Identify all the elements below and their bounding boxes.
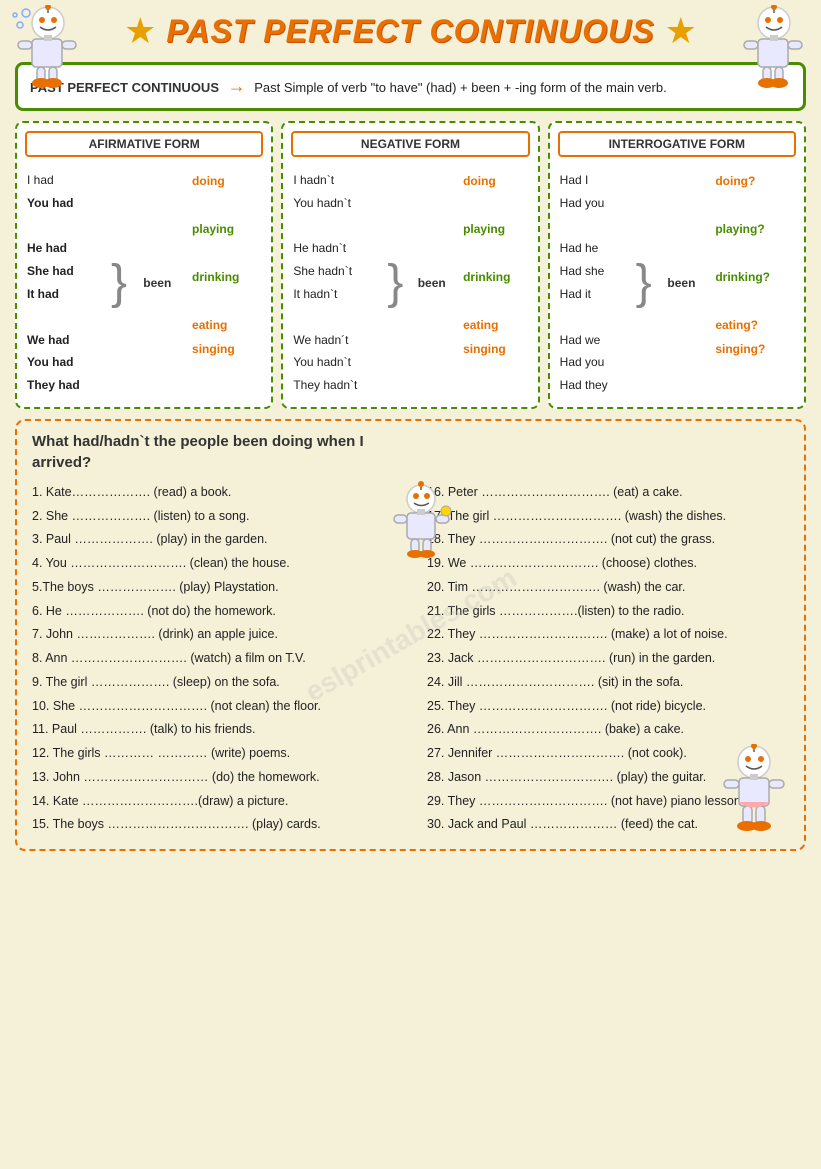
interrogative-brace: } (634, 169, 663, 397)
negative-brace: } (385, 169, 412, 397)
list-item: 23. Jack …………………………. (run) in the garden… (427, 649, 789, 668)
affirmative-form: AFIRMATIVE FORM I hadYou hadHe hadShe ha… (15, 121, 273, 409)
interrogative-header: INTERROGATIVE FORM (558, 131, 796, 157)
affirmative-brace: } (109, 169, 138, 397)
affirmative-been: been (140, 169, 190, 397)
list-item: 16. Peter …………………………. (eat) a cake. (427, 483, 789, 502)
arrow-icon: → (228, 76, 246, 96)
interrogative-been: been (664, 169, 713, 397)
list-item: 17. The girl …………………………. (wash) the dish… (427, 507, 789, 526)
list-item: 11. Paul ……………. (talk) to his friends. (32, 720, 412, 739)
list-item: 26. Ann …………………………. (bake) a cake. (427, 720, 789, 739)
list-item: 5.The boys ………………. (play) Playstation. (32, 578, 412, 597)
page-title: PAST PERFECT CONTINUOUS (166, 13, 654, 50)
robot-bottom-right-icon (719, 744, 789, 839)
affirmative-header: AFIRMATIVE FORM (25, 131, 263, 157)
interrogative-form: INTERROGATIVE FORM Had IHad youHad heHad… (548, 121, 806, 409)
negative-been: been (415, 169, 461, 397)
list-item: 20. Tim …………………………. (wash) the car. (427, 578, 789, 597)
exercise-title: What had/hadn`t the people been doing wh… (32, 431, 392, 473)
list-item: 12. The girls ………… ………… (write) poems. (32, 744, 412, 763)
list-item: 6. He ………………. (not do) the homework. (32, 602, 412, 621)
star-right-icon: ★ (665, 10, 697, 52)
robot-right-icon (736, 5, 811, 95)
exercise-left-column: 1. Kate………………. (read) a book. 2. She ………… (32, 483, 412, 839)
list-item: 8. Ann ………………………. (watch) a film on T.V. (32, 649, 412, 668)
list-item: 24. Jill …………………………. (sit) in the sofa. (427, 673, 789, 692)
definition-box: PAST PERFECT CONTINUOUS → Past Simple of… (15, 62, 806, 111)
robot-middle-icon (389, 481, 454, 571)
list-item: 10. She …………………………. (not clean) the floo… (32, 697, 412, 716)
list-item: 13. John ………………………… (do) the homework. (32, 768, 412, 787)
negative-header: NEGATIVE FORM (291, 131, 529, 157)
forms-section: AFIRMATIVE FORM I hadYou hadHe hadShe ha… (15, 121, 806, 409)
exercise-section: eslprintables.com What had/hadn`t the pe… (15, 419, 806, 851)
list-item: 15. The boys ……………………………. (play) cards. (32, 815, 412, 834)
list-item: 4. You ………………………. (clean) the house. (32, 554, 412, 573)
negative-verbs: doing playing drinking eating singing (463, 169, 528, 397)
list-item: 21. The girls ……………….(listen) to the rad… (427, 602, 789, 621)
list-item: 19. We …………………………. (choose) clothes. (427, 554, 789, 573)
interrogative-pronouns: Had IHad youHad heHad sheHad itHad weHad… (560, 169, 632, 397)
definition-text: Past Simple of verb "to have" (had) + be… (254, 80, 666, 95)
list-item: 9. The girl ………………. (sleep) on the sofa. (32, 673, 412, 692)
list-item: 22. They …………………………. (make) a lot of noi… (427, 625, 789, 644)
list-item: 25. They …………………………. (not ride) bicycle. (427, 697, 789, 716)
star-left-icon: ★ (124, 10, 156, 52)
negative-pronouns: I hadn`tYou hadn`tHe hadn`tShe hadn`tIt … (293, 169, 383, 397)
affirmative-verbs: doing playing drinking eating singing (192, 169, 261, 397)
interrogative-verbs: doing? playing? drinking? eating? singin… (715, 169, 794, 397)
page-header: ★ PAST PERFECT CONTINUOUS ★ (0, 0, 821, 57)
robot-left-icon (10, 5, 85, 95)
list-item: 2. She ………………. (listen) to a song. (32, 507, 412, 526)
list-item: 1. Kate………………. (read) a book. (32, 483, 412, 502)
list-item: 7. John ………………. (drink) an apple juice. (32, 625, 412, 644)
affirmative-pronouns: I hadYou hadHe hadShe had It hadWe hadYo… (27, 169, 107, 397)
list-item: 14. Kate ……………………….(draw) a picture. (32, 792, 412, 811)
list-item: 18. They …………………………. (not cut) the grass… (427, 530, 789, 549)
negative-form: NEGATIVE FORM I hadn`tYou hadn`tHe hadn`… (281, 121, 539, 409)
list-item: 3. Paul ………………. (play) in the garden. (32, 530, 412, 549)
